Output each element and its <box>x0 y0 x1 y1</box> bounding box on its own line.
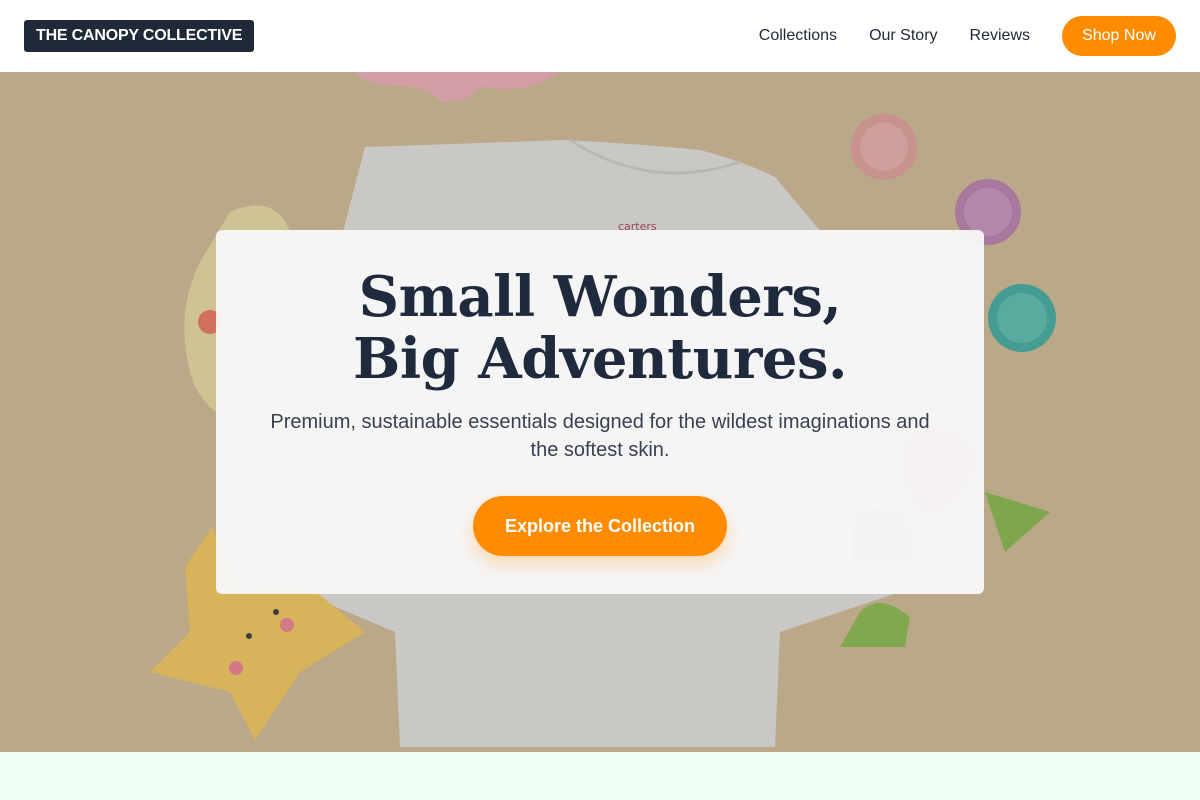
next-section-strip <box>0 752 1200 800</box>
hero-subtitle: Premium, sustainable essentials designed… <box>270 411 930 461</box>
explore-collection-button[interactable]: Explore the Collection <box>473 496 727 556</box>
hero-headline: Small Wonders, Big Adventures. <box>353 264 847 392</box>
hero-card: Small Wonders, Big Adventures. Premium, … <box>216 230 984 594</box>
shop-now-button[interactable]: Shop Now <box>1062 16 1176 56</box>
nav-link-our-story[interactable]: Our Story <box>869 27 937 45</box>
nav-link-collections[interactable]: Collections <box>759 27 837 45</box>
hero-section: carters Small Wonders, Big Adventures. P… <box>0 72 1200 752</box>
main-nav: Collections Our Story Reviews Shop Now <box>759 16 1176 56</box>
site-header: THE CANOPY COLLECTIVE Collections Our St… <box>0 0 1200 72</box>
brand-logo[interactable]: THE CANOPY COLLECTIVE <box>24 20 255 52</box>
nav-link-reviews[interactable]: Reviews <box>970 27 1030 45</box>
